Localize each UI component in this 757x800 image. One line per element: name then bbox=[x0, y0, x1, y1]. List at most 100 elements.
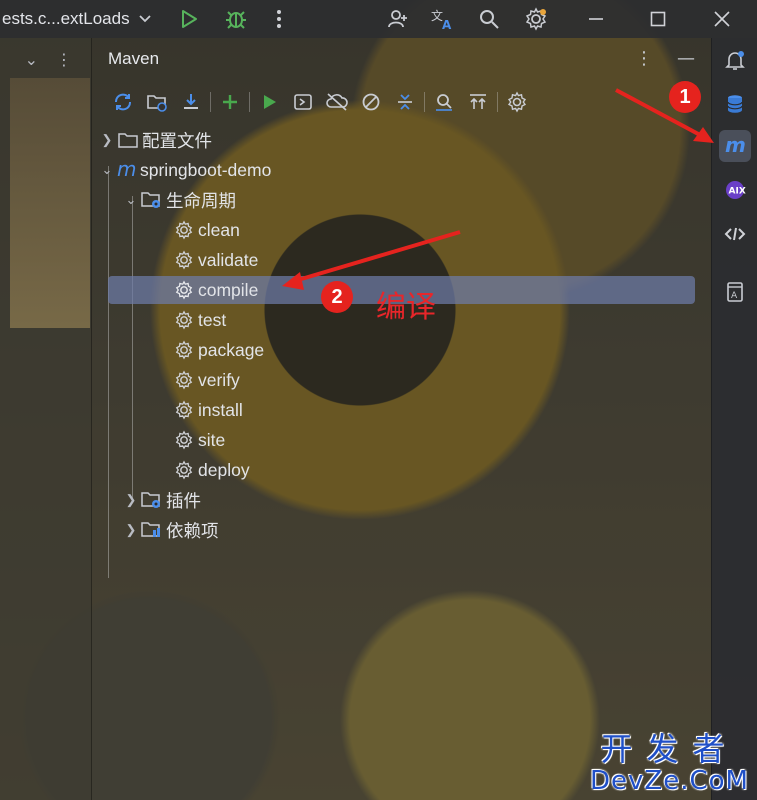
minimize-window-icon[interactable] bbox=[588, 0, 604, 38]
maximize-window-icon[interactable] bbox=[650, 0, 666, 38]
lifecycle-phase-validate[interactable]: validate bbox=[172, 246, 258, 274]
run-icon[interactable] bbox=[178, 0, 200, 38]
maven-tool-icon[interactable]: m bbox=[719, 130, 751, 162]
panel-options-icon[interactable]: ⋮ bbox=[635, 48, 653, 69]
notes-icon[interactable]: A bbox=[719, 276, 751, 308]
generate-sources-icon[interactable] bbox=[140, 88, 174, 116]
toolbar-separator bbox=[497, 92, 498, 112]
maven-panel-header: Maven ⋮ — bbox=[92, 38, 711, 80]
lifecycle-phase-site[interactable]: site bbox=[172, 426, 225, 454]
left-panel-header: ⌄ ⋮ bbox=[0, 46, 92, 72]
lifecycle-label: 生命周期 bbox=[166, 190, 236, 211]
dependencies-label: 依赖项 bbox=[166, 520, 219, 541]
debug-icon[interactable] bbox=[224, 0, 248, 38]
chevron-down-icon[interactable]: ⌄ bbox=[25, 50, 38, 69]
lifecycle-phase-test[interactable]: test bbox=[172, 306, 226, 334]
tree-node-project[interactable]: ⌄ m springboot-demo bbox=[98, 156, 272, 184]
execute-maven-goal-icon[interactable] bbox=[286, 88, 320, 116]
skip-tests-icon[interactable] bbox=[354, 88, 388, 116]
phase-label: package bbox=[198, 339, 265, 360]
tree-guide-line bbox=[108, 166, 109, 578]
notifications-bell-icon[interactable] bbox=[719, 44, 751, 76]
collapse-all-icon[interactable] bbox=[388, 88, 422, 116]
toolbar-separator bbox=[210, 92, 211, 112]
code-endpoints-icon[interactable] bbox=[719, 218, 751, 250]
tree-node-lifecycle[interactable]: ⌄ 生命周期 bbox=[122, 186, 236, 214]
chevron-down-icon[interactable]: ⌄ bbox=[98, 162, 116, 178]
watermark-line2: DevZe.CoM bbox=[590, 766, 749, 796]
lifecycle-folder-icon bbox=[140, 189, 164, 211]
analyze-dependencies-icon[interactable] bbox=[427, 88, 461, 116]
lifecycle-phase-verify[interactable]: verify bbox=[172, 366, 240, 394]
phase-label: validate bbox=[198, 249, 259, 270]
project-name-label: springboot-demo bbox=[140, 159, 272, 180]
lifecycle-phase-deploy[interactable]: deploy bbox=[172, 456, 250, 484]
translate-icon[interactable]: 文A bbox=[430, 0, 456, 38]
phase-label: deploy bbox=[198, 459, 250, 480]
lifecycle-phase-clean[interactable]: clean bbox=[172, 216, 240, 244]
lifecycle-phase-package[interactable]: package bbox=[172, 336, 264, 364]
left-editor-panel: ⌄ ⋮ bbox=[0, 38, 92, 800]
close-window-icon[interactable] bbox=[714, 0, 730, 38]
chevron-down-icon[interactable] bbox=[138, 0, 152, 38]
lifecycle-phase-install[interactable]: install bbox=[172, 396, 243, 424]
chevron-right-icon[interactable]: ❯ bbox=[122, 492, 140, 508]
gear-icon bbox=[172, 399, 196, 421]
add-maven-project-icon[interactable] bbox=[213, 88, 247, 116]
tree-node-config-files[interactable]: ❯ 配置文件 bbox=[98, 126, 212, 154]
toggle-offline-mode-icon[interactable] bbox=[320, 88, 354, 116]
tree-guide-line bbox=[132, 196, 133, 498]
database-icon[interactable] bbox=[719, 88, 751, 120]
hide-panel-icon[interactable]: — bbox=[677, 48, 695, 69]
svg-text:AIX: AIX bbox=[729, 187, 746, 197]
folder-icon bbox=[116, 129, 140, 151]
more-actions-icon[interactable] bbox=[276, 0, 282, 38]
tree-node-plugins[interactable]: ❯ 插件 bbox=[122, 486, 201, 514]
maven-project-icon: m bbox=[116, 159, 138, 181]
reload-projects-icon[interactable] bbox=[106, 88, 140, 116]
phase-label: compile bbox=[198, 279, 259, 300]
tree-node-dependencies[interactable]: ❯ 依赖项 bbox=[122, 516, 219, 544]
gear-icon bbox=[172, 279, 196, 301]
run-maven-build-icon[interactable] bbox=[252, 88, 286, 116]
toolbar-separator bbox=[424, 92, 425, 112]
maven-settings-icon[interactable] bbox=[500, 88, 534, 116]
step-badge-2: 2 bbox=[321, 281, 353, 313]
svg-text:m: m bbox=[725, 135, 746, 157]
chevron-down-icon[interactable]: ⌄ bbox=[122, 192, 140, 208]
gear-icon bbox=[172, 339, 196, 361]
phase-label: clean bbox=[198, 219, 240, 240]
search-icon[interactable] bbox=[478, 0, 500, 38]
gear-icon bbox=[172, 309, 196, 331]
gear-icon bbox=[172, 219, 196, 241]
title-bar: ests.c...extLoads 文A bbox=[0, 0, 757, 38]
compile-annotation-text: 编译 bbox=[376, 290, 436, 325]
svg-text:A: A bbox=[731, 291, 738, 301]
lifecycle-phase-compile[interactable]: compile bbox=[172, 276, 258, 304]
maven-toolbar bbox=[106, 88, 534, 116]
maven-panel-title: Maven bbox=[108, 49, 160, 68]
settings-gear-icon[interactable] bbox=[524, 0, 548, 38]
right-tool-strip: m AIX A bbox=[711, 38, 757, 800]
gear-icon bbox=[172, 249, 196, 271]
editor-preview bbox=[10, 78, 90, 328]
toolbar-separator bbox=[249, 92, 250, 112]
svg-text:m: m bbox=[117, 160, 136, 180]
ai-assistant-icon[interactable]: AIX bbox=[719, 174, 751, 206]
add-user-icon[interactable] bbox=[386, 0, 410, 38]
gear-icon bbox=[172, 429, 196, 451]
dependencies-folder-icon bbox=[140, 519, 164, 541]
download-sources-icon[interactable] bbox=[174, 88, 208, 116]
show-diagram-icon[interactable] bbox=[461, 88, 495, 116]
gear-icon bbox=[172, 369, 196, 391]
plugins-folder-icon bbox=[140, 489, 164, 511]
chevron-right-icon[interactable]: ❯ bbox=[98, 132, 116, 148]
plugins-label: 插件 bbox=[166, 490, 201, 511]
more-options-icon[interactable]: ⋮ bbox=[56, 50, 72, 69]
gear-icon bbox=[172, 459, 196, 481]
window-title[interactable]: ests.c...extLoads bbox=[2, 9, 130, 29]
step-badge-1: 1 bbox=[669, 81, 701, 113]
chevron-right-icon[interactable]: ❯ bbox=[122, 522, 140, 538]
phase-label: site bbox=[198, 429, 226, 450]
maven-tool-window: Maven ⋮ — ❯ 配置文件 ⌄ m springboot-demo ⌄ 生… bbox=[92, 38, 711, 800]
